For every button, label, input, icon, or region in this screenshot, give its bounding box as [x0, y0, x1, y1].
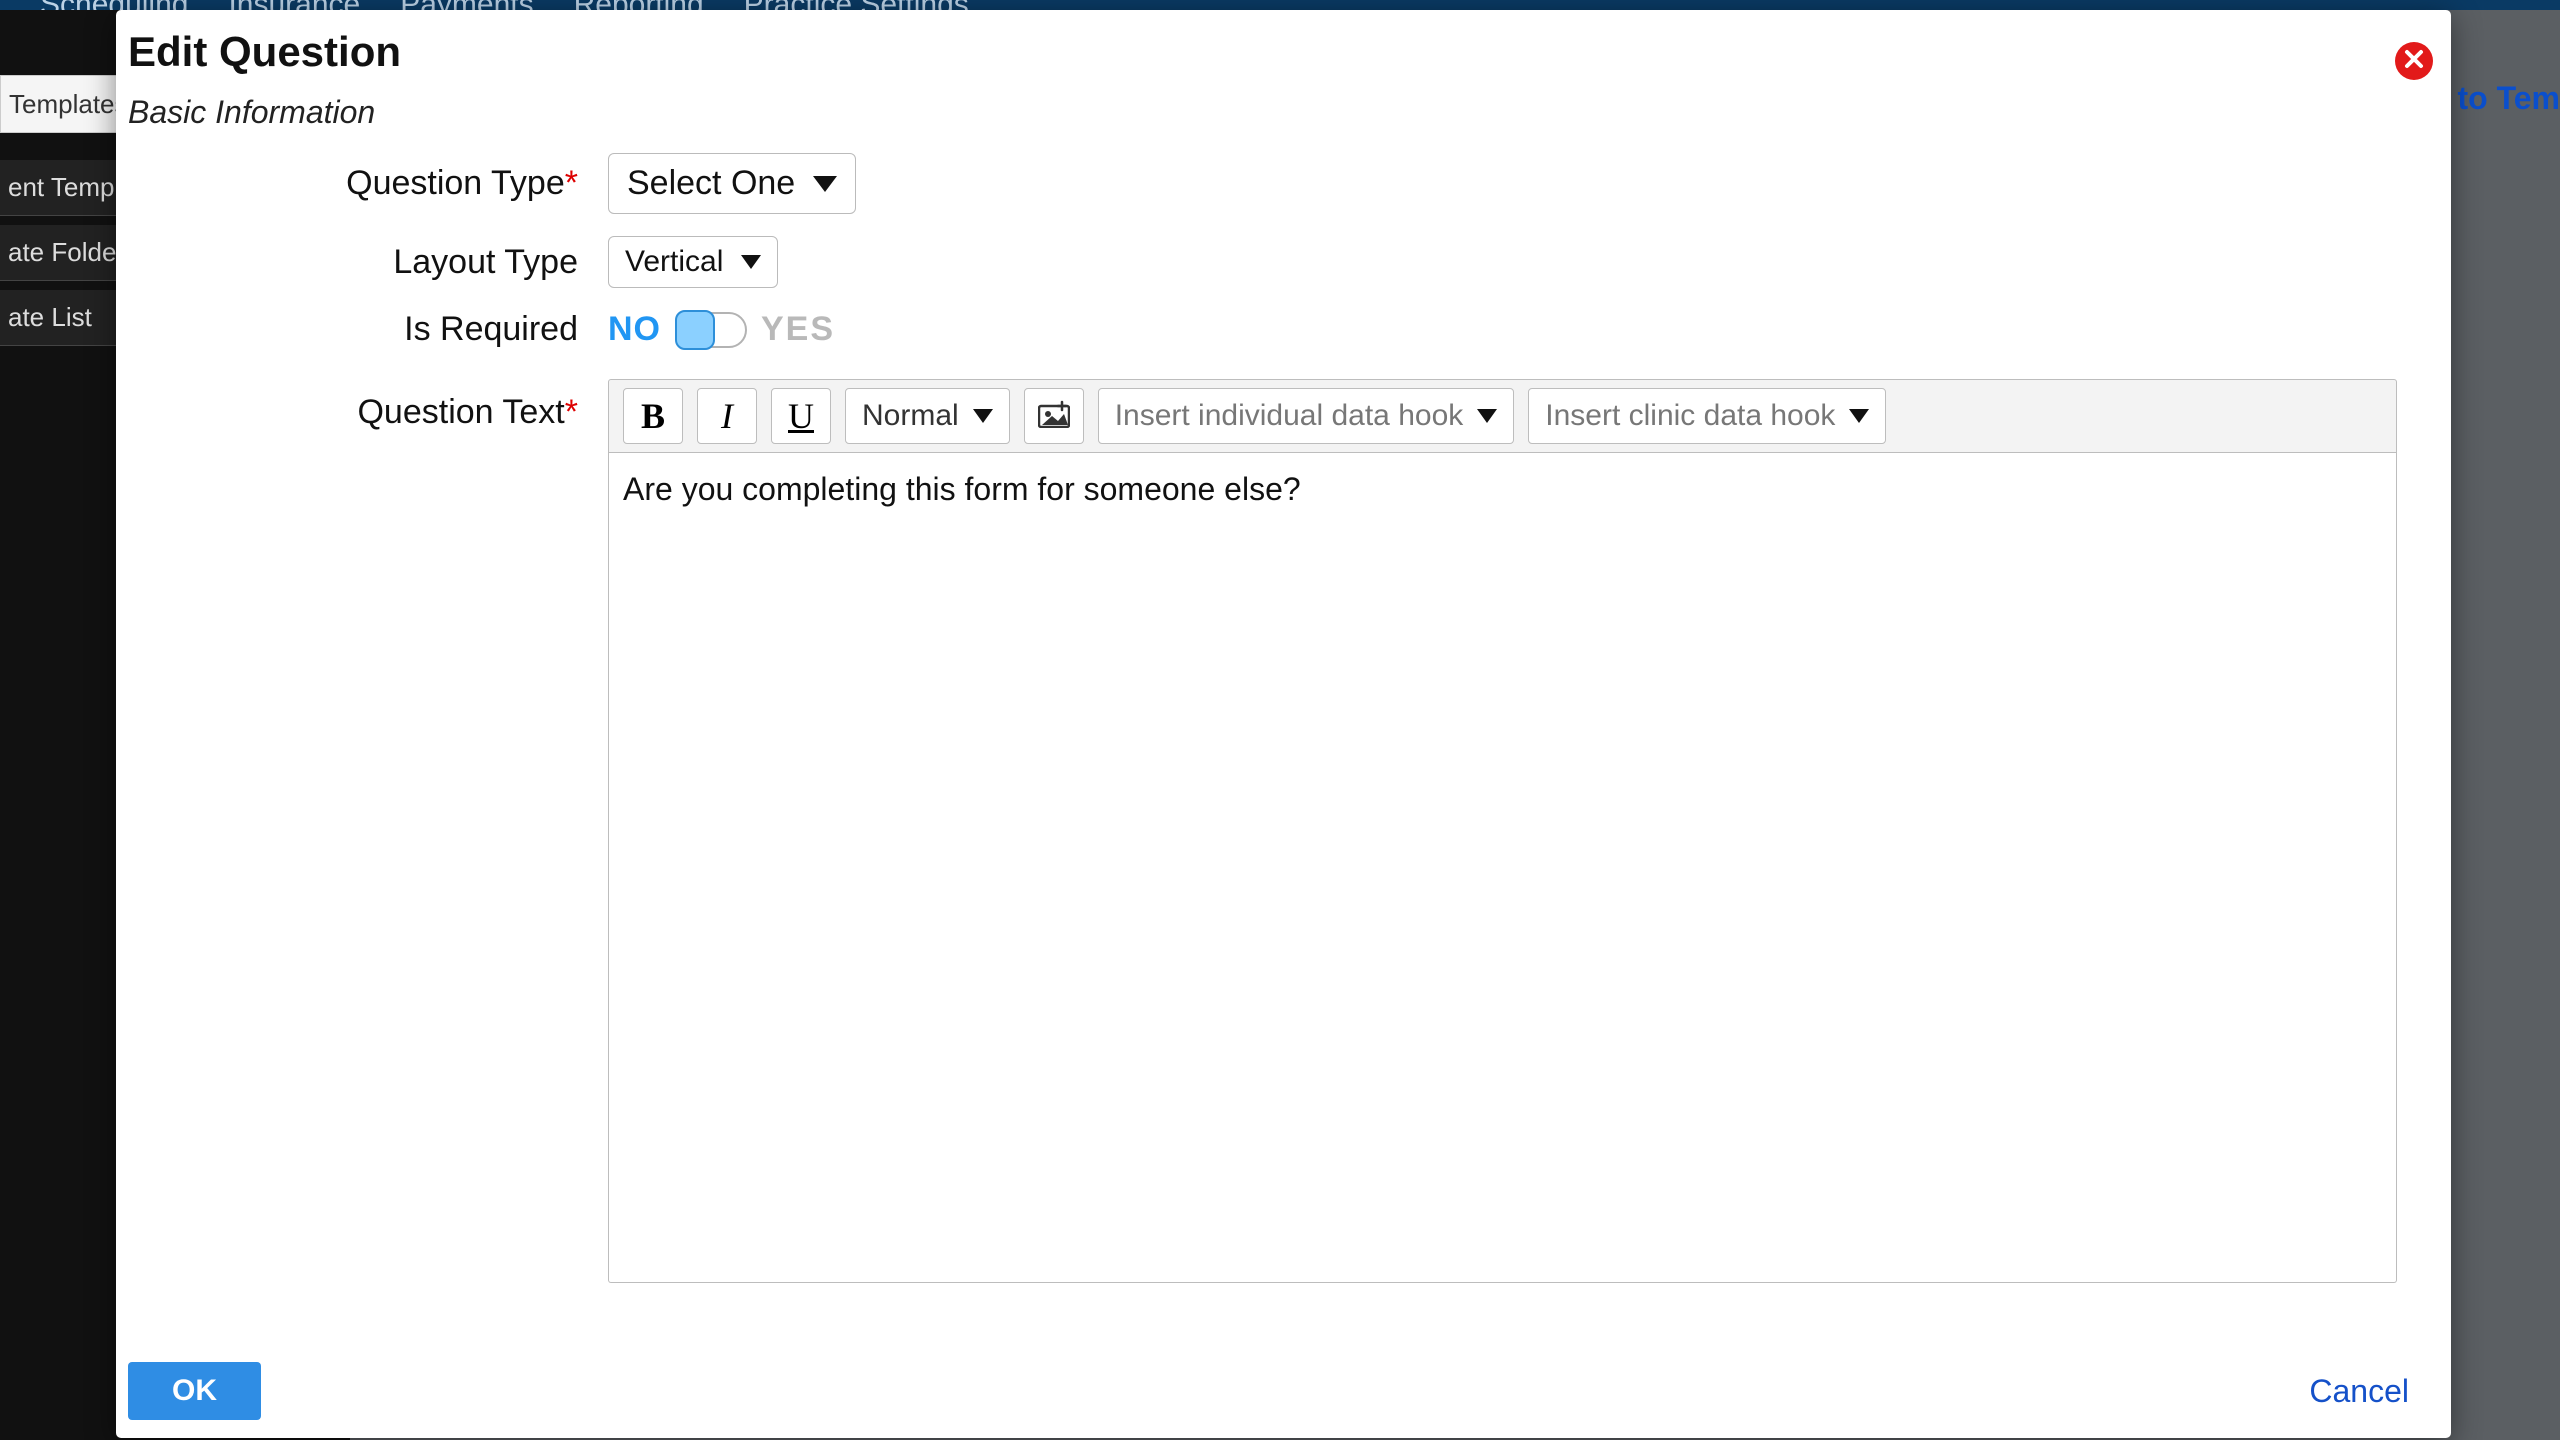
- sidebar-item-label: ate Folde: [8, 237, 116, 268]
- sidebar-item-label: ate List: [8, 302, 92, 333]
- templates-tab[interactable]: Templates: [0, 75, 128, 133]
- top-nav: Scheduling Insurance Payments Reporting …: [0, 0, 2520, 10]
- chevron-down-icon: [813, 176, 837, 192]
- templates-tab-label: Templates: [9, 89, 128, 120]
- chevron-down-icon: [1477, 409, 1497, 423]
- clinic-hook-label: Insert clinic data hook: [1545, 399, 1835, 433]
- question-text-editor[interactable]: Are you completing this form for someone…: [608, 453, 2397, 1283]
- paragraph-style-select[interactable]: Normal: [845, 388, 1010, 444]
- layout-type-select[interactable]: Vertical: [608, 236, 778, 288]
- cancel-button[interactable]: Cancel: [2309, 1373, 2409, 1410]
- question-type-select[interactable]: Select One: [608, 153, 856, 214]
- question-text-label: Question Text*: [128, 379, 608, 432]
- layout-type-label: Layout Type: [128, 243, 608, 282]
- layout-type-value: Vertical: [625, 245, 723, 279]
- individual-data-hook-select[interactable]: Insert individual data hook: [1098, 388, 1515, 444]
- modal-footer: OK Cancel: [128, 1362, 2439, 1420]
- clinic-data-hook-select[interactable]: Insert clinic data hook: [1528, 388, 1886, 444]
- question-type-label: Question Type*: [128, 164, 608, 203]
- is-required-label: Is Required: [128, 310, 608, 349]
- chevron-down-icon: [741, 255, 761, 269]
- is-required-toggle[interactable]: [675, 312, 747, 348]
- sidebar-item-label: ent Temp: [8, 172, 114, 203]
- individual-hook-label: Insert individual data hook: [1115, 399, 1464, 433]
- toggle-yes-label: YES: [761, 310, 835, 349]
- toggle-knob: [675, 310, 715, 350]
- ok-button[interactable]: OK: [128, 1362, 261, 1420]
- bold-button[interactable]: B: [623, 388, 683, 444]
- image-upload-icon: [1038, 400, 1070, 433]
- editor-content: Are you completing this form for someone…: [623, 471, 1301, 507]
- italic-button[interactable]: I: [697, 388, 757, 444]
- chevron-down-icon: [1849, 409, 1869, 423]
- chevron-down-icon: [973, 409, 993, 423]
- paragraph-style-value: Normal: [862, 399, 959, 433]
- insert-image-button[interactable]: [1024, 388, 1084, 444]
- sidebar-item[interactable]: ent Temp: [0, 160, 135, 216]
- modal-subtitle: Basic Information: [128, 94, 2439, 131]
- sidebar-item[interactable]: ate List: [0, 290, 135, 346]
- close-button[interactable]: [2395, 42, 2433, 80]
- modal-title: Edit Question: [128, 28, 2439, 76]
- editor-toolbar: B I U Normal: [608, 379, 2397, 453]
- underline-button[interactable]: U: [771, 388, 831, 444]
- close-icon: [2402, 47, 2426, 76]
- toggle-no-label: NO: [608, 310, 661, 349]
- edit-question-modal: Edit Question Basic Information Question…: [116, 10, 2451, 1438]
- question-type-value: Select One: [627, 164, 795, 203]
- sidebar-item[interactable]: ate Folde: [0, 225, 135, 281]
